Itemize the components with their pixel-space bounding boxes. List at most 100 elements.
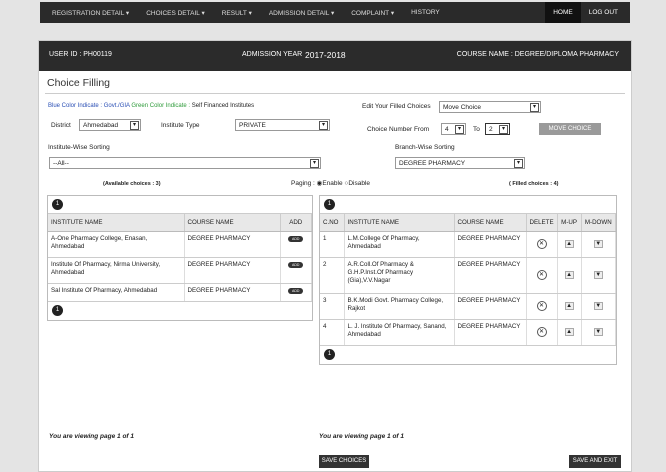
filled-page-button[interactable]: 1 xyxy=(324,199,335,210)
institute-name: L. J. Institute Of Pharmacy, Sanand, Ahm… xyxy=(344,319,455,346)
choice-from-label: Choice Number From xyxy=(367,126,430,133)
course-name: DEGREE PHARMACY xyxy=(454,293,527,320)
branch-sort-select[interactable]: DEGREE PHARMACY ▾ xyxy=(395,157,525,169)
course-name: DEGREE PHARMACY xyxy=(184,257,281,284)
institute-sort-select[interactable]: --All-- ▾ xyxy=(49,157,321,169)
title-divider xyxy=(45,93,625,94)
available-page-button[interactable]: 1 xyxy=(52,199,63,210)
delete-icon[interactable]: ✕ xyxy=(536,301,547,311)
paging-label: Paging : xyxy=(291,180,315,187)
nav-choices-detail[interactable]: CHOICES DETAIL ▾ xyxy=(146,9,205,17)
move-up-cell: ▲ xyxy=(557,257,582,294)
course-name: DEGREE PHARMACY xyxy=(454,231,527,258)
institute-name: A.R.Coll.Of Pharmacy & G.H.P.Inst.Of Pha… xyxy=(344,257,455,294)
choice-to-select[interactable]: 2 ▾ xyxy=(485,123,510,135)
available-choices-table: 1 INSTITUTE NAME COURSE NAME ADD A-One P… xyxy=(47,195,313,321)
move-down-cell: ▼ xyxy=(581,231,617,258)
table-header-row: C.NO INSTITUTE NAME COURSE NAME DELETE M… xyxy=(320,214,617,232)
filled-table-grid: C.NO INSTITUTE NAME COURSE NAME DELETE M… xyxy=(320,214,617,346)
chevron-down-icon: ▾ xyxy=(310,159,319,168)
chevron-down-icon: ▾ xyxy=(499,125,508,134)
edit-choices-select[interactable]: Move Choice ▾ xyxy=(439,101,541,113)
arrow-down-icon[interactable]: ▼ xyxy=(593,302,603,310)
course-name: DEGREE PHARMACY xyxy=(454,319,527,346)
arrow-down-icon[interactable]: ▼ xyxy=(593,271,603,279)
course-name: DEGREE PHARMACY xyxy=(184,283,281,302)
table-row: 4 L. J. Institute Of Pharmacy, Sanand, A… xyxy=(320,319,617,346)
available-count: (Available choices : 3) xyxy=(103,181,161,187)
course-name: COURSE NAME : DEGREE/DIPLOMA PHARMACY xyxy=(456,51,619,58)
available-table-grid: INSTITUTE NAME COURSE NAME ADD A-One Pha… xyxy=(48,214,312,302)
chevron-down-icon: ▾ xyxy=(514,159,523,168)
table-row: 1 L.M.College Of Pharmacy, Ahmedabad DEG… xyxy=(320,231,617,258)
arrow-down-icon[interactable]: ▼ xyxy=(593,328,603,336)
admission-year-label: ADMISSION YEAR xyxy=(242,51,303,58)
choice-from-select[interactable]: 4 ▾ xyxy=(441,123,466,135)
column-header: ADD xyxy=(280,214,312,232)
branch-sort-value: DEGREE PHARMACY xyxy=(399,160,466,167)
delete-icon[interactable]: ✕ xyxy=(536,327,547,337)
institute-sort-value: --All-- xyxy=(53,160,69,167)
filled-count: ( Filled choices : 4) xyxy=(509,181,559,187)
nav-admission-detail[interactable]: ADMISSION DETAIL ▾ xyxy=(269,9,334,17)
district-select[interactable]: Ahmedabad ▾ xyxy=(79,119,141,131)
chevron-down-icon: ▾ xyxy=(455,125,464,134)
nav-result[interactable]: RESULT ▾ xyxy=(222,9,252,17)
nav-history[interactable]: HISTORY xyxy=(411,9,440,16)
column-header: DELETE xyxy=(526,214,558,232)
home-link[interactable]: HOME xyxy=(545,2,581,23)
arrow-up-icon[interactable]: ▲ xyxy=(564,328,574,336)
delete-icon[interactable]: ✕ xyxy=(536,270,547,280)
column-header: M-DOWN xyxy=(581,214,617,232)
choice-to-value: 2 xyxy=(489,126,493,133)
viewing-left: You are viewing page 1 of 1 xyxy=(49,433,135,440)
table-row: 2 A.R.Coll.Of Pharmacy & G.H.P.Inst.Of P… xyxy=(320,257,617,294)
column-header: INSTITUTE NAME xyxy=(48,214,185,232)
choice-number: 2 xyxy=(320,257,345,294)
table-row: A-One Pharmacy College, Enasan, Ahmedaba… xyxy=(48,231,312,258)
institute-name: Institute Of Pharmacy, Nirma University,… xyxy=(48,257,185,284)
move-choice-button[interactable]: MOVE CHOICE xyxy=(539,123,601,135)
institute-name: A-One Pharmacy College, Enasan, Ahmedaba… xyxy=(48,231,185,258)
choice-from-value: 4 xyxy=(445,126,449,133)
table-header-row: INSTITUTE NAME COURSE NAME ADD xyxy=(48,214,312,232)
save-choices-button[interactable]: SAVE CHOICES xyxy=(319,455,369,468)
available-page-button-bottom[interactable]: 1 xyxy=(52,304,63,316)
edit-choices-value: Move Choice xyxy=(443,104,481,111)
move-up-cell: ▲ xyxy=(557,293,582,320)
nav-right: HOME LOG OUT xyxy=(545,2,626,23)
nav-complaint[interactable]: COMPLAINT ▾ xyxy=(351,9,394,17)
course-name: DEGREE PHARMACY xyxy=(454,257,527,294)
institute-type-label: Institute Type xyxy=(161,122,200,129)
arrow-up-icon[interactable]: ▲ xyxy=(564,240,574,248)
table-row: Institute Of Pharmacy, Nirma University,… xyxy=(48,257,312,284)
district-value: Ahmedabad xyxy=(83,122,119,129)
district-label: District xyxy=(51,122,71,129)
institute-type-value: PRIVATE xyxy=(239,122,266,129)
column-header: C.NO xyxy=(320,214,345,232)
choice-number: 1 xyxy=(320,231,345,258)
add-button[interactable]: ADD xyxy=(288,261,304,268)
institute-name: L.M.College Of Pharmacy, Ahmedabad xyxy=(344,231,455,258)
nav-registration-detail[interactable]: REGISTRATION DETAIL ▾ xyxy=(52,9,129,17)
column-header: COURSE NAME xyxy=(454,214,527,232)
to-label: To xyxy=(473,126,480,133)
add-button[interactable]: ADD xyxy=(288,287,304,294)
arrow-up-icon[interactable]: ▲ xyxy=(564,271,574,279)
delete-cell: ✕ xyxy=(526,231,558,258)
delete-icon[interactable]: ✕ xyxy=(536,239,547,249)
chevron-down-icon: ▾ xyxy=(530,103,539,112)
add-button[interactable]: ADD xyxy=(288,235,304,242)
logout-link[interactable]: LOG OUT xyxy=(581,2,626,23)
filled-choices-table: 1 C.NO INSTITUTE NAME COURSE NAME DELETE… xyxy=(319,195,617,365)
available-pager-bottom: 1 xyxy=(48,302,312,318)
delete-cell: ✕ xyxy=(526,319,558,346)
arrow-up-icon[interactable]: ▲ xyxy=(564,302,574,310)
admission-year: 2017-2018 xyxy=(305,50,346,60)
save-and-exit-button[interactable]: SAVE AND EXIT xyxy=(569,455,621,468)
filled-page-button-bottom[interactable]: 1 xyxy=(324,348,335,360)
institute-type-select[interactable]: PRIVATE ▾ xyxy=(235,119,330,131)
arrow-down-icon[interactable]: ▼ xyxy=(593,240,603,248)
branch-sort-label: Branch-Wise Sorting xyxy=(395,144,455,151)
move-down-cell: ▼ xyxy=(581,293,617,320)
